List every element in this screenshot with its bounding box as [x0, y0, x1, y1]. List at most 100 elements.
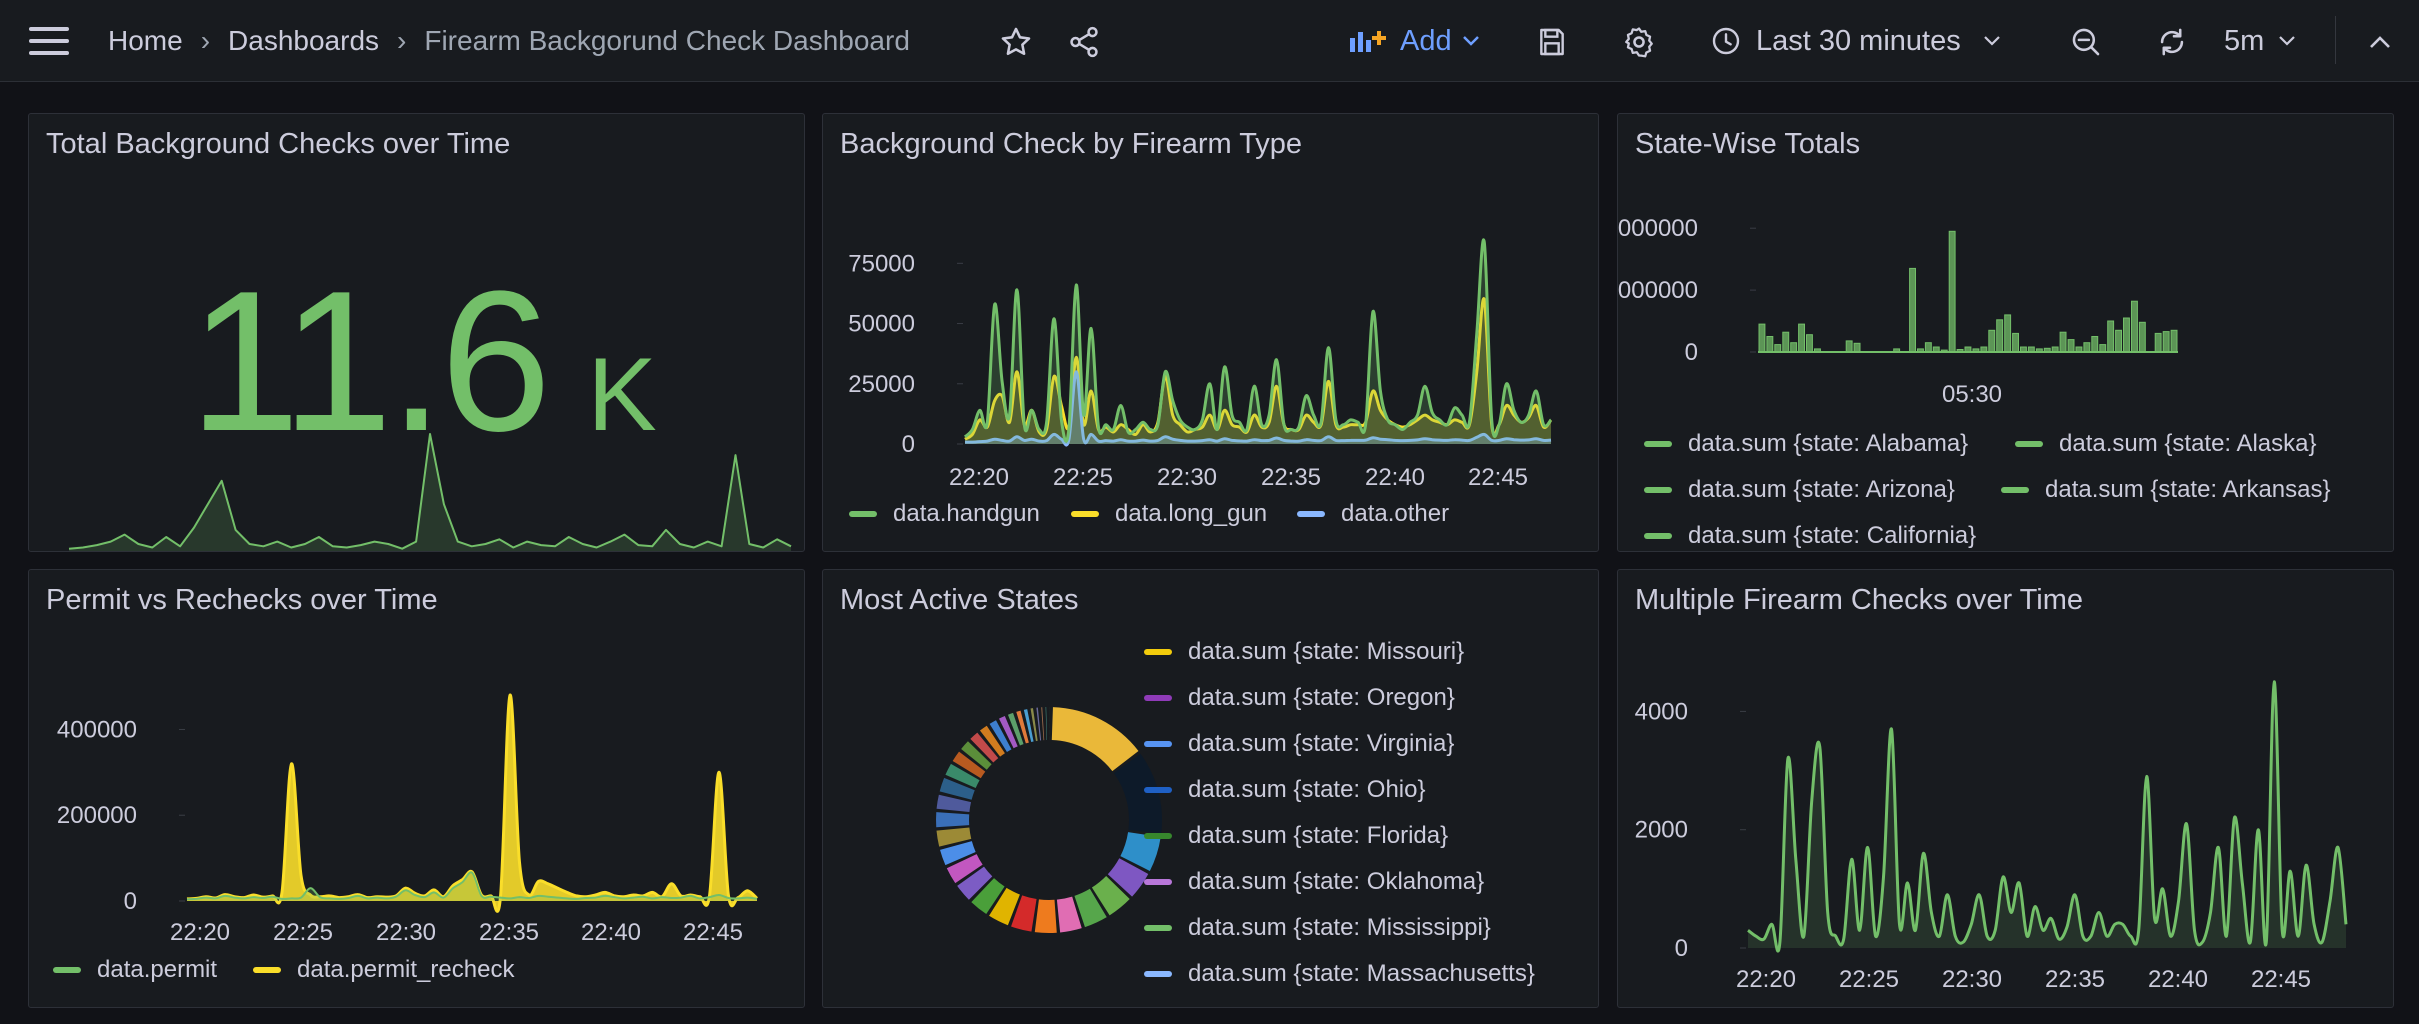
collapse-chevron-up-icon[interactable] [2360, 22, 2400, 62]
permit-xtick-label: 22:30 [376, 919, 436, 946]
donut-slice [1051, 707, 1139, 772]
multiple-ytick-label: 2000 [1635, 817, 1688, 844]
star-icon[interactable] [996, 22, 1036, 62]
chevron-down-icon [1462, 35, 1480, 47]
type-xtick-label: 22:20 [949, 464, 1009, 491]
legend-swatch [1071, 511, 1099, 517]
refresh-interval-picker[interactable]: 5m [2224, 22, 2296, 60]
state-bar [1790, 342, 1798, 353]
state-bar [2099, 344, 2107, 353]
legend-swatch [253, 967, 281, 973]
state-bar [1988, 329, 1996, 353]
permit-ytick-label: 400000 [57, 716, 137, 743]
zoom-out-icon[interactable] [2066, 22, 2106, 62]
legend-item-alaska[interactable]: data.sum {state: Alaska} [2015, 430, 2317, 458]
state-bar [2051, 346, 2059, 353]
breadcrumb: Home › Dashboards › Firearm Backgorund C… [108, 22, 910, 60]
legend-item-arkansas[interactable]: data.sum {state: Arkansas} [2001, 476, 2331, 504]
donut-slice [1045, 707, 1047, 741]
panel-firearm-type[interactable]: Background Check by Firearm Type 0 25000 5… [822, 113, 1599, 552]
state-bar [1774, 344, 1782, 353]
legend-label: data.sum {state: Alaska} [2059, 430, 2317, 457]
legend-label: data.sum {state: Florida} [1188, 822, 1449, 849]
line-chart: 0 25000 50000 75000 22:20 22:25 22:30 22:35 22:4… [848, 238, 1553, 491]
panel-multiple-firearm-checks[interactable]: Multiple Firearm Checks over Time 0 2000 4… [1617, 569, 2394, 1008]
add-button[interactable]: Add [1350, 22, 1480, 60]
time-range-label: Last 30 minutes [1756, 24, 1961, 57]
multiple-xtick-label: 22:45 [2251, 966, 2311, 993]
type-ytick-label: 25000 [848, 371, 915, 398]
legend-swatch [1144, 787, 1172, 793]
legend-item-handgun[interactable]: data.handgun [849, 500, 1040, 528]
legend-swatch [53, 967, 81, 973]
state-bar [1932, 346, 1940, 353]
legend-label: data.permit [97, 956, 218, 983]
legend-label: data.sum {state: Missouri} [1188, 638, 1465, 665]
legend-item-permit-recheck[interactable]: data.permit_recheck [253, 956, 514, 984]
legend-label: data.sum {state: Arizona} [1688, 476, 1955, 503]
state-bar [1909, 267, 1917, 353]
line-chart: 0 2000 4000 22:20 22:25 22:30 22:35 22:40 22:45 [1635, 680, 2348, 993]
state-bar [2059, 331, 2067, 353]
state-bar [1766, 336, 1774, 353]
state-bar [2107, 320, 2115, 353]
legend-item-alabama[interactable]: data.sum {state: Alabama} [1644, 430, 1968, 458]
time-range-picker[interactable]: Last 30 minutes [1710, 22, 2001, 60]
legend-swatch [1144, 879, 1172, 885]
legend-item-arizona[interactable]: data.sum {state: Arizona} [1644, 476, 1955, 504]
legend-item-california[interactable]: data.sum {state: California} [1644, 522, 1976, 550]
legend-item-other[interactable]: data.other [1297, 500, 1449, 528]
legend-swatch [2001, 487, 2029, 493]
multiple-xtick-label: 22:20 [1736, 966, 1796, 993]
share-icon[interactable] [1064, 22, 1104, 62]
save-icon[interactable] [1532, 22, 1572, 62]
state-bar [1814, 348, 1821, 353]
legend-swatch [2015, 441, 2043, 447]
state-bar [1948, 230, 1956, 353]
legend-item-ohio[interactable]: data.sum {state: Ohio} [1144, 776, 1425, 804]
state-bar [2067, 339, 2075, 353]
legend-swatch [1644, 533, 1672, 539]
area-chart: 0 200000 400000 22:20 22:25 22:30 22:35 22:40 22… [57, 693, 759, 946]
type-xtick-label: 22:45 [1468, 464, 1528, 491]
legend-item-missouri[interactable]: data.sum {state: Missouri} [1144, 638, 1464, 666]
legend-item-oklahoma[interactable]: data.sum {state: Oklahoma} [1144, 868, 1484, 896]
panel-total-background-checks[interactable]: Total Background Checks over Time 11.6 K [28, 113, 805, 552]
legend-swatch [1144, 925, 1172, 931]
state-bar [1996, 319, 2004, 353]
legend-item-mississippi[interactable]: data.sum {state: Mississippi} [1144, 914, 1491, 942]
type-ytick-label: 75000 [848, 250, 915, 277]
legend-label: data.handgun [893, 500, 1040, 527]
state-bar [1964, 346, 1972, 353]
breadcrumb-current-dashboard: Firearm Backgorund Check Dashboard [424, 25, 910, 56]
breadcrumb-home[interactable]: Home [108, 25, 183, 57]
panel-permit-vs-rechecks[interactable]: Permit vs Rechecks over Time 0 200000 4000… [28, 569, 805, 1008]
legend-item-florida[interactable]: data.sum {state: Florida} [1144, 822, 1448, 850]
type-xtick-label: 22:40 [1365, 464, 1425, 491]
legend-item-permit[interactable]: data.permit [53, 956, 217, 984]
legend-label: data.sum {state: Ohio} [1188, 776, 1426, 803]
refresh-icon[interactable] [2152, 22, 2192, 62]
legend-item-massachusetts[interactable]: data.sum {state: Massachusetts} [1144, 960, 1535, 988]
breadcrumb-dashboards[interactable]: Dashboards [228, 25, 379, 57]
menu-icon[interactable] [28, 24, 72, 58]
settings-gear-icon[interactable] [1619, 22, 1659, 62]
permit-ytick-label: 200000 [57, 802, 137, 829]
permit-ytick-label: 0 [124, 888, 137, 915]
state-bar [1940, 349, 1948, 353]
legend-item-virginia[interactable]: data.sum {state: Virginia} [1144, 730, 1454, 758]
state-bar [2170, 329, 2178, 353]
state-bar [1956, 349, 1964, 353]
state-bar [2091, 336, 2099, 353]
panel-state-wise-totals[interactable]: State-Wise Totals 01000000200000005:30 d… [1617, 113, 2394, 552]
state-ytick-label: 0 [1685, 339, 1698, 366]
legend-item-oregon[interactable]: data.sum {state: Oregon} [1144, 684, 1455, 712]
state-bar [1924, 342, 1932, 353]
top-navbar: Home › Dashboards › Firearm Backgorund C… [0, 0, 2419, 82]
state-bar [2138, 321, 2146, 353]
legend-item-long-gun[interactable]: data.long_gun [1071, 500, 1267, 528]
state-bar [2075, 346, 2083, 353]
legend-label: data.permit_recheck [297, 956, 515, 983]
legend-swatch [1144, 833, 1172, 839]
panel-most-active-states[interactable]: Most Active States data.sum {state: Miss… [822, 569, 1599, 1008]
